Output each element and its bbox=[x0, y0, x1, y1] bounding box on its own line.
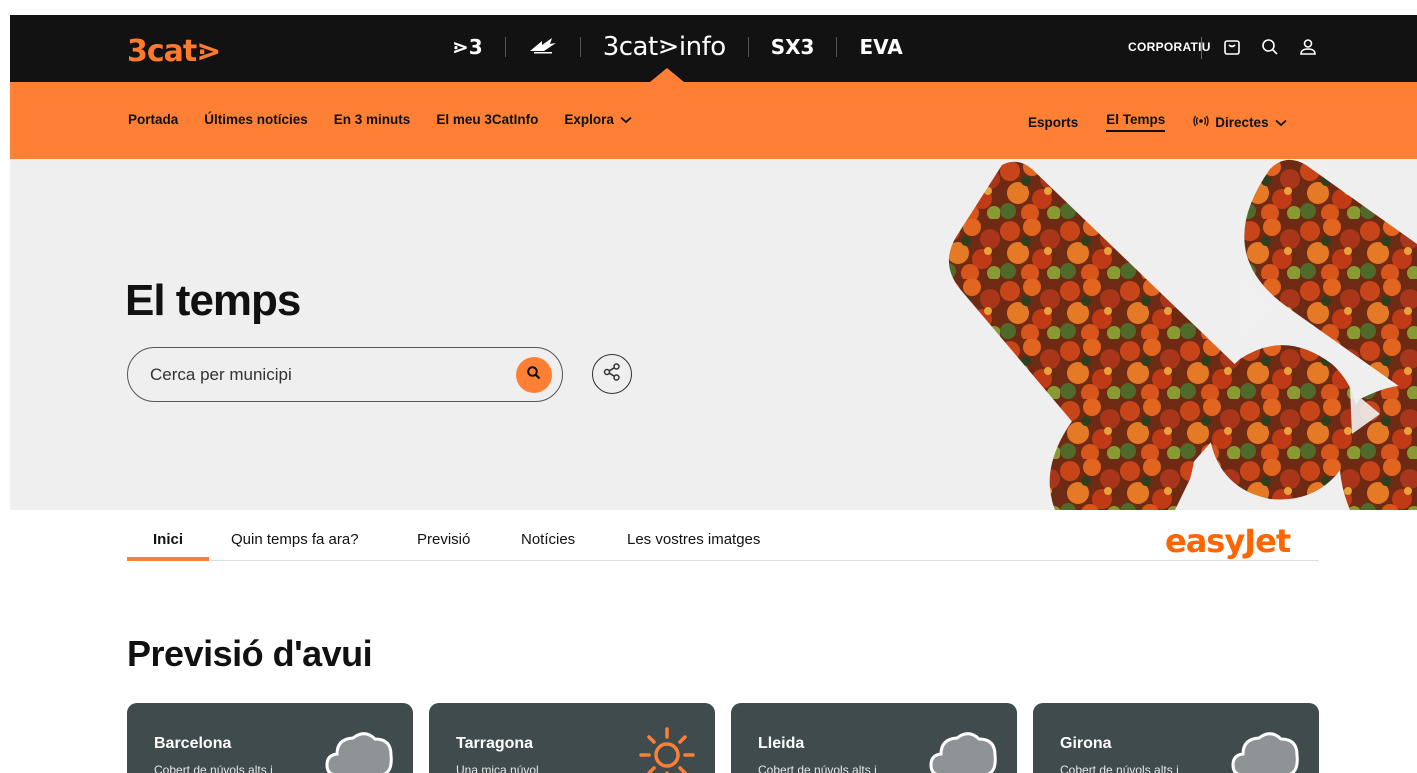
active-brand-indicator bbox=[650, 68, 684, 82]
search-icon bbox=[526, 365, 542, 386]
divider bbox=[1201, 37, 1202, 59]
forecast-title: Previsió d'avui bbox=[127, 633, 373, 674]
sun-icon bbox=[627, 725, 697, 773]
nav-portada[interactable]: Portada bbox=[128, 112, 178, 127]
tab-previsio[interactable]: Previsió bbox=[417, 531, 470, 548]
3cat-logo[interactable]: 3cat⋗ bbox=[127, 34, 221, 69]
forecast-card-lleida[interactable]: Lleida Cobert de núvols alts i bbox=[731, 703, 1017, 773]
nav-en-3-minuts[interactable]: En 3 minuts bbox=[334, 112, 411, 127]
card-description: Cobert de núvols alts i bbox=[758, 763, 877, 773]
brand-sx3[interactable]: SX3 bbox=[749, 35, 837, 59]
live-icon bbox=[1193, 115, 1209, 130]
brand-catradio[interactable] bbox=[506, 35, 580, 60]
user-icon[interactable] bbox=[1296, 35, 1320, 59]
nav-explora-label: Explora bbox=[564, 112, 614, 127]
card-description: Una mica núvol bbox=[456, 763, 539, 773]
tab-noticies[interactable]: Notícies bbox=[521, 531, 575, 548]
forecast-card-tarragona[interactable]: Tarragona Una mica núvol bbox=[429, 703, 715, 773]
search-button[interactable] bbox=[516, 357, 552, 393]
tab-quin-temps-fa-ara[interactable]: Quin temps fa ara? bbox=[231, 531, 359, 548]
nav-left: Portada Últimes notícies En 3 minuts El … bbox=[128, 112, 632, 127]
cloud-icon bbox=[325, 725, 395, 773]
nav-ultimes-noticies[interactable]: Últimes notícies bbox=[204, 112, 308, 127]
forecast-cards: Barcelona Cobert de núvols alts i Tarrag… bbox=[127, 703, 1319, 773]
cart-icon[interactable] bbox=[1220, 35, 1244, 59]
brand-list: ⋗3 3cat⋗info SX3 EVA bbox=[430, 29, 925, 65]
main-nav: Portada Últimes notícies En 3 minuts El … bbox=[10, 82, 1417, 159]
corporate-link[interactable]: CORPORATIU bbox=[1128, 40, 1211, 54]
hero-forest-artwork bbox=[940, 159, 1417, 510]
active-tab-indicator bbox=[127, 557, 209, 561]
brand-tv3[interactable]: ⋗3 bbox=[430, 35, 505, 59]
nav-directes-dropdown[interactable]: Directes bbox=[1193, 114, 1287, 130]
card-description: Cobert de núvols alts i bbox=[1060, 763, 1179, 773]
nav-el-meu-3catinfo[interactable]: El meu 3CatInfo bbox=[436, 112, 538, 127]
forecast-card-girona[interactable]: Girona Cobert de núvols alts i bbox=[1033, 703, 1319, 773]
hero-section: El temps bbox=[10, 159, 1417, 510]
cloud-icon bbox=[929, 725, 999, 773]
chevron-down-icon bbox=[620, 112, 632, 127]
card-city: Lleida bbox=[758, 735, 805, 752]
chevron-down-icon bbox=[1274, 115, 1287, 130]
forecast-card-barcelona[interactable]: Barcelona Cobert de núvols alts i bbox=[127, 703, 413, 773]
top-bar: 3cat⋗ ⋗3 3cat⋗info SX3 EVA CORPORATIU bbox=[10, 15, 1417, 82]
catradio-icon bbox=[528, 35, 558, 55]
card-city: Tarragona bbox=[456, 735, 534, 752]
brand-eva[interactable]: EVA bbox=[837, 35, 924, 59]
nav-esports[interactable]: Esports bbox=[1028, 115, 1078, 130]
tab-inici[interactable]: Inici bbox=[153, 531, 183, 548]
search-icon[interactable] bbox=[1258, 35, 1282, 59]
card-description: Cobert de núvols alts i bbox=[154, 763, 273, 773]
cloud-icon bbox=[1231, 725, 1301, 773]
tab-les-vostres-imatges[interactable]: Les vostres imatges bbox=[627, 531, 760, 548]
sponsor-logo-easyjet[interactable]: easyJet bbox=[1165, 522, 1291, 560]
nav-explora-dropdown[interactable]: Explora bbox=[564, 112, 632, 127]
share-icon bbox=[602, 362, 622, 387]
nav-right: Esports El Temps Directes bbox=[1028, 112, 1287, 132]
nav-directes-label: Directes bbox=[1215, 114, 1269, 130]
brand-3catinfo[interactable]: 3cat⋗info bbox=[581, 32, 748, 62]
page-title: El temps bbox=[125, 276, 301, 325]
weather-tabs: Inici Quin temps fa ara? Previsió Notíci… bbox=[127, 522, 1319, 561]
municipality-search bbox=[127, 347, 563, 402]
search-input[interactable] bbox=[150, 362, 490, 388]
top-icons bbox=[1220, 35, 1320, 59]
card-city: Barcelona bbox=[154, 735, 232, 752]
nav-el-temps[interactable]: El Temps bbox=[1106, 112, 1166, 132]
page: 3cat⋗ ⋗3 3cat⋗info SX3 EVA CORPORATIU Po… bbox=[0, 0, 1417, 773]
card-city: Girona bbox=[1060, 735, 1112, 752]
share-button[interactable] bbox=[592, 354, 632, 394]
